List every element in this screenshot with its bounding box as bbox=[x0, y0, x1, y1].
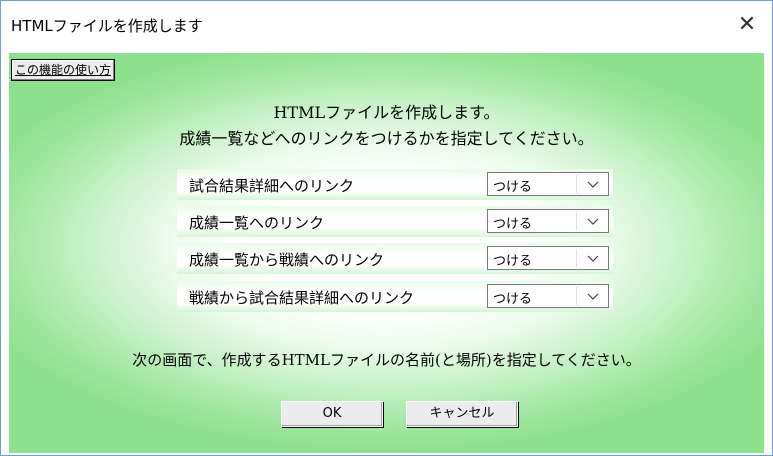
chevron-down-icon bbox=[587, 293, 599, 300]
cancel-button[interactable]: キャンセル bbox=[406, 401, 518, 427]
instruction-text: 次の画面で、作成するHTMLファイルの名前(と場所)を指定してください。 bbox=[132, 351, 641, 369]
help-button[interactable]: この機能の使い方 bbox=[11, 59, 116, 81]
link-select[interactable]: つける bbox=[487, 209, 609, 233]
chevron-down-icon bbox=[587, 181, 599, 188]
option-row: 成績一覧へのリンク つける bbox=[177, 206, 613, 237]
chevron-down-icon bbox=[587, 255, 599, 262]
dialog-body: この機能の使い方 HTMLファイルを作成します。 成績一覧などへのリンクをつける… bbox=[9, 53, 764, 453]
option-label: 戦績から試合結果詳細へのリンク bbox=[189, 289, 415, 307]
select-separator bbox=[576, 287, 577, 305]
dialog-window: HTMLファイルを作成します ✕ この機能の使い方 HTMLファイルを作成します… bbox=[0, 0, 773, 456]
select-value: つける bbox=[493, 292, 533, 307]
option-row: 試合結果詳細へのリンク つける bbox=[177, 169, 613, 200]
link-select[interactable]: つける bbox=[487, 172, 609, 196]
option-label: 試合結果詳細へのリンク bbox=[189, 177, 355, 195]
select-value: つける bbox=[493, 217, 533, 232]
link-select[interactable]: つける bbox=[487, 246, 609, 270]
select-value: つける bbox=[493, 254, 533, 269]
title-bar: HTMLファイルを作成します ✕ bbox=[1, 1, 772, 51]
intro-line-2: 成績一覧などへのリンクをつけるかを指定してください。 bbox=[179, 129, 594, 148]
option-row: 戦績から試合結果詳細へのリンク つける bbox=[177, 281, 613, 312]
close-icon[interactable]: ✕ bbox=[730, 9, 764, 41]
option-row: 成績一覧から戦績へのリンク つける bbox=[177, 243, 613, 274]
window-title: HTMLファイルを作成します bbox=[11, 17, 203, 35]
chevron-down-icon bbox=[587, 218, 599, 225]
select-separator bbox=[576, 212, 577, 230]
select-value: つける bbox=[493, 180, 533, 195]
option-label: 成績一覧から戦績へのリンク bbox=[189, 251, 385, 269]
ok-button[interactable]: OK bbox=[281, 401, 383, 427]
intro-line-1: HTMLファイルを作成します。 bbox=[273, 103, 500, 122]
link-select[interactable]: つける bbox=[487, 284, 609, 308]
select-separator bbox=[576, 249, 577, 267]
select-separator bbox=[576, 175, 577, 193]
option-label: 成績一覧へのリンク bbox=[189, 214, 325, 232]
